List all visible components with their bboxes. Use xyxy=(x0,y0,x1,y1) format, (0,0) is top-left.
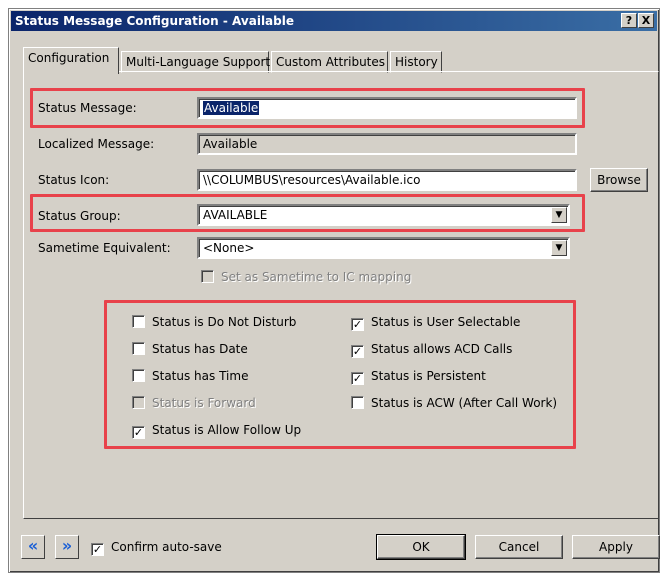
checkbox-box[interactable]: ✓ xyxy=(351,345,364,358)
title-bar[interactable]: Status Message Configuration - Available… xyxy=(11,11,657,31)
checkbox-allows-acd-calls[interactable]: ✓ Status allows ACD Calls xyxy=(351,342,512,358)
status-message-label: Status Message: xyxy=(38,101,137,115)
checkbox-allow-follow-up[interactable]: ✓ Status is Allow Follow Up xyxy=(132,423,301,439)
checkbox-label: Status has Date xyxy=(152,342,248,356)
checkbox-box[interactable]: ✓ xyxy=(132,426,145,439)
double-chevron-right-icon[interactable]: » xyxy=(55,535,79,559)
checkbox-box[interactable] xyxy=(132,315,145,328)
sametime-equivalent-label: Sametime Equivalent: xyxy=(38,241,171,255)
localized-message-label: Localized Message: xyxy=(38,137,155,151)
dialog-window: Status Message Configuration - Available… xyxy=(8,8,660,573)
status-icon-label: Status Icon: xyxy=(38,173,110,187)
status-message-input[interactable]: Available xyxy=(197,97,577,119)
chevron-down-icon[interactable]: ▼ xyxy=(551,207,567,223)
sametime-equivalent-value: <None> xyxy=(203,241,255,255)
confirm-autosave-checkbox[interactable]: ✓ Confirm auto-save xyxy=(91,540,222,556)
checkbox-is-persistent[interactable]: ✓ Status is Persistent xyxy=(351,369,486,385)
checkbox-label: Status has Time xyxy=(152,369,249,383)
checkbox-label: Status is Allow Follow Up xyxy=(152,423,302,437)
sametime-mapping-label: Set as Sametime to IC mapping xyxy=(221,270,412,284)
status-icon-input[interactable]: \\COLUMBUS\resources\Available.ico xyxy=(197,169,577,191)
configuration-panel: Status Message: Available Localized Mess… xyxy=(23,71,659,519)
tab-custom-attributes[interactable]: Custom Attributes xyxy=(271,51,388,73)
apply-button[interactable]: Apply xyxy=(572,535,660,559)
checkbox-box[interactable]: ✓ xyxy=(91,543,104,556)
chevron-down-icon[interactable]: ▼ xyxy=(551,240,567,256)
browse-button[interactable]: Browse xyxy=(590,168,648,192)
ok-button[interactable]: OK xyxy=(376,534,466,560)
close-button[interactable]: X xyxy=(638,13,654,28)
sametime-mapping-checkbox: Set as Sametime to IC mapping xyxy=(201,270,411,286)
checkbox-box[interactable] xyxy=(132,369,145,382)
cancel-button[interactable]: Cancel xyxy=(475,535,563,559)
status-group-value: AVAILABLE xyxy=(203,208,268,222)
checkbox-has-date[interactable]: Status has Date xyxy=(132,342,248,358)
status-message-value: Available xyxy=(203,101,260,115)
checkbox-is-acw[interactable]: Status is ACW (After Call Work) xyxy=(351,396,557,412)
tab-configuration[interactable]: Configuration xyxy=(23,47,119,74)
localized-message-field: Available xyxy=(197,133,577,155)
checkbox-label: Status is User Selectable xyxy=(371,315,521,329)
help-button[interactable]: ? xyxy=(621,13,637,28)
window-title: Status Message Configuration - Available xyxy=(15,14,294,28)
checkbox-is-forward: Status is Forward xyxy=(132,396,256,412)
checkbox-label: Status is Forward xyxy=(152,396,256,410)
checkbox-box[interactable]: ✓ xyxy=(351,372,364,385)
confirm-autosave-label: Confirm auto-save xyxy=(111,540,222,554)
checkbox-box[interactable] xyxy=(132,342,145,355)
double-chevron-left-icon[interactable]: « xyxy=(21,535,45,559)
checkbox-label: Status is ACW (After Call Work) xyxy=(371,396,558,410)
checkbox-user-selectable[interactable]: ✓ Status is User Selectable xyxy=(351,315,520,331)
checkbox-has-time[interactable]: Status has Time xyxy=(132,369,248,385)
checkbox-label: Status is Persistent xyxy=(371,369,486,383)
checkbox-do-not-disturb[interactable]: Status is Do Not Disturb xyxy=(132,315,296,331)
checkbox-box xyxy=(201,270,214,283)
sametime-equivalent-dropdown[interactable]: <None> ▼ xyxy=(197,237,570,259)
checkbox-box[interactable]: ✓ xyxy=(351,318,364,331)
tab-multi-language-support[interactable]: Multi-Language Support xyxy=(121,51,270,73)
checkbox-box[interactable] xyxy=(351,396,364,409)
checkbox-label: Status allows ACD Calls xyxy=(371,342,513,356)
checkbox-label: Status is Do Not Disturb xyxy=(152,315,297,329)
tab-history[interactable]: History xyxy=(390,51,442,73)
status-group-dropdown[interactable]: AVAILABLE ▼ xyxy=(197,204,570,226)
status-group-label: Status Group: xyxy=(38,209,121,223)
checkbox-box xyxy=(132,396,145,409)
